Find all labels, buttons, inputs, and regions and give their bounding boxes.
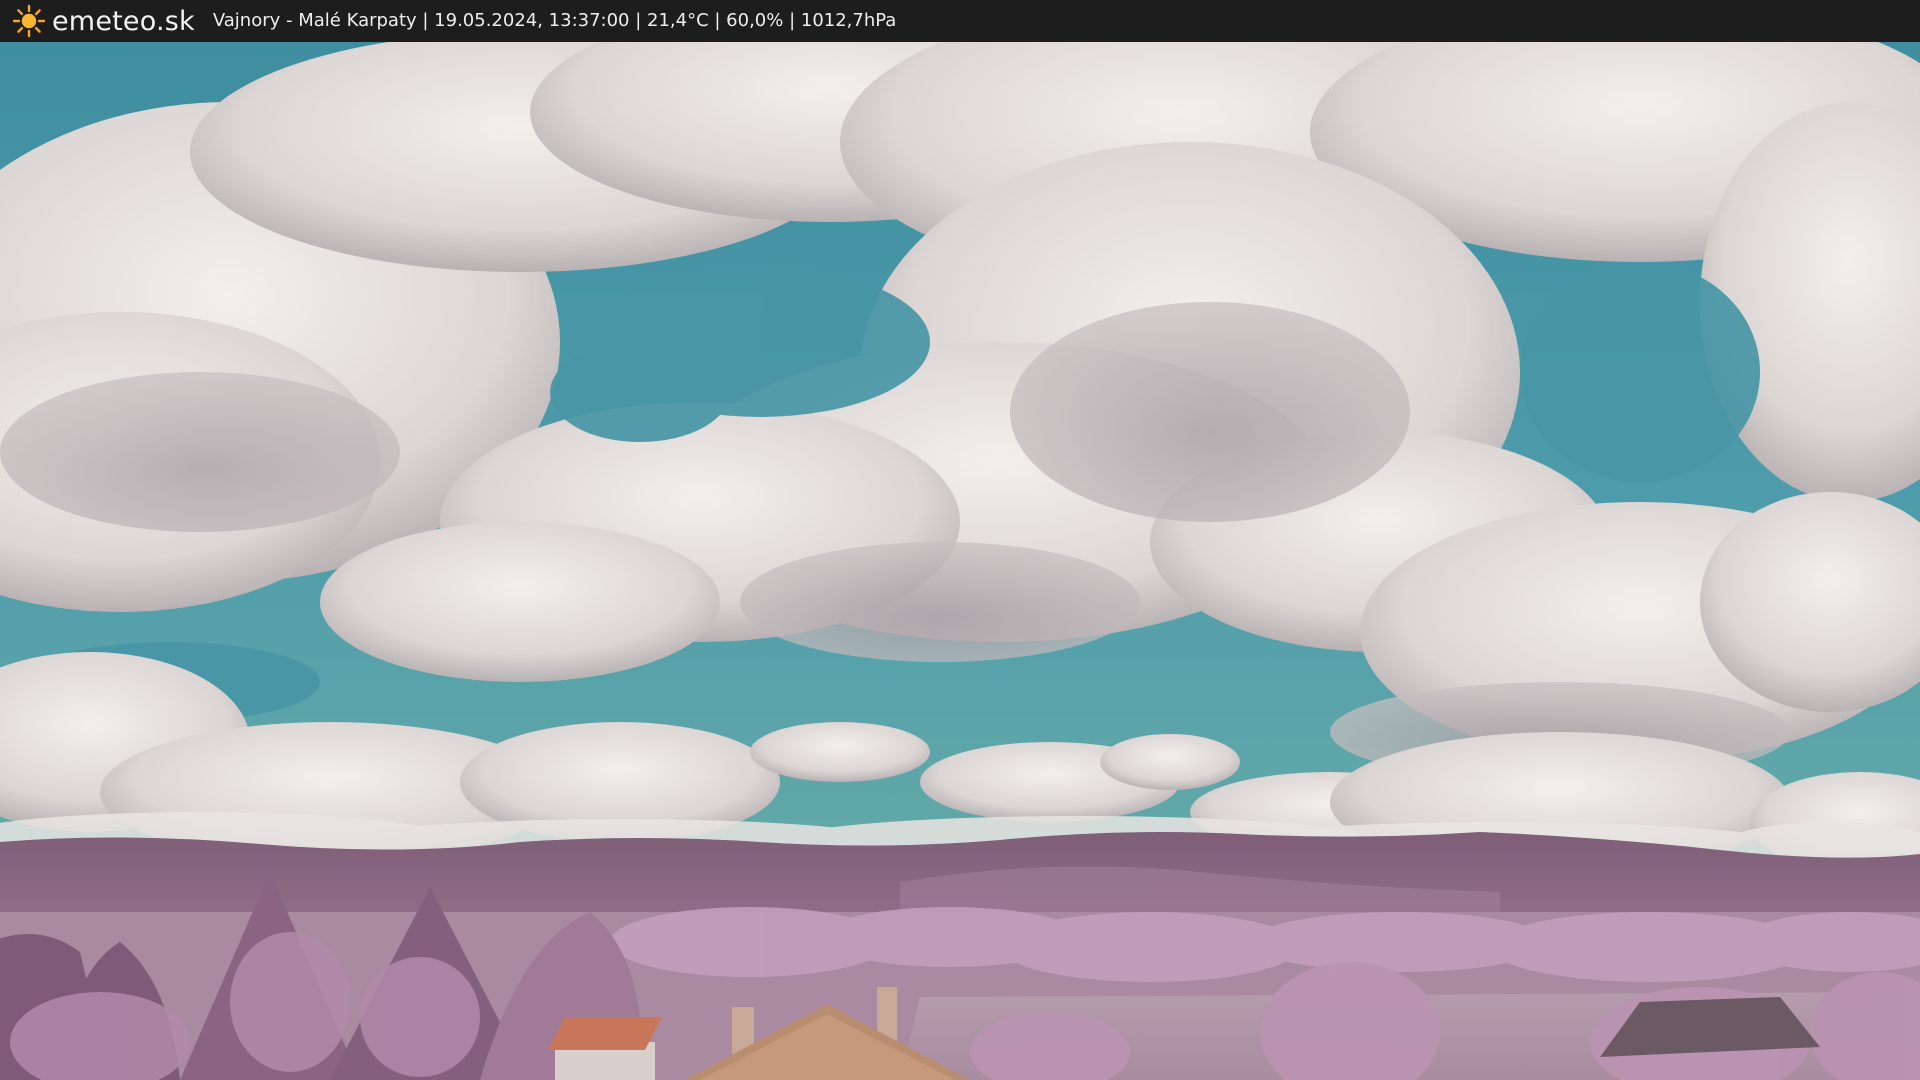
- webcam-frame: emeteo.sk Vajnory - Malé Karpaty | 19.05…: [0, 0, 1920, 1080]
- caption-bar: emeteo.sk Vajnory - Malé Karpaty | 19.05…: [0, 0, 1920, 42]
- house-left: [548, 1017, 662, 1080]
- station-caption: Vajnory - Malé Karpaty | 19.05.2024, 13:…: [212, 10, 897, 31]
- brand-logo[interactable]: emeteo.sk: [12, 4, 195, 38]
- brand-name: emeteo.sk: [52, 5, 195, 37]
- webcam-image: [0, 42, 1920, 1080]
- sun-icon: [12, 4, 46, 38]
